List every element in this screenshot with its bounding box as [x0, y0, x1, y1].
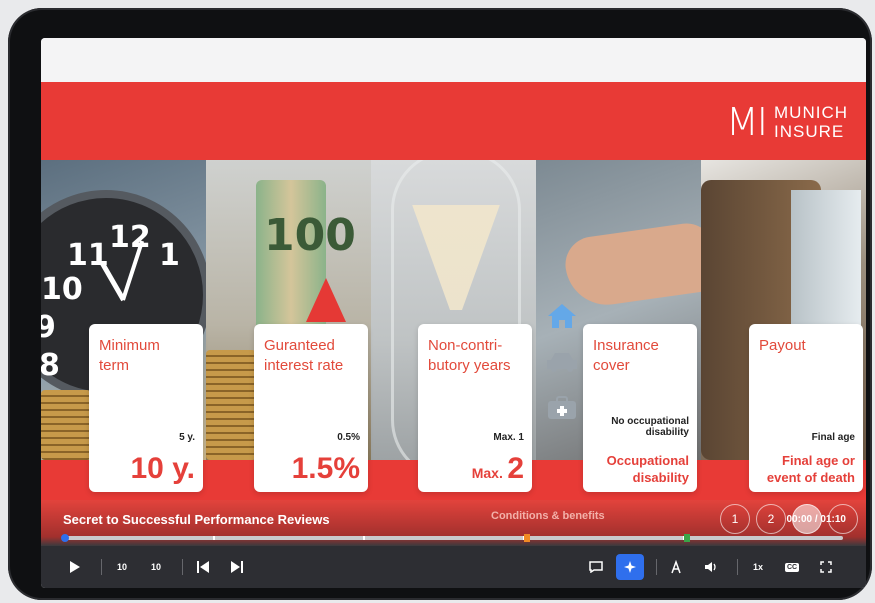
card-big-number: 2: [507, 452, 524, 485]
speed-button[interactable]: 1x: [744, 554, 772, 580]
card-title: Insurance cover: [593, 337, 659, 374]
divider: [737, 559, 738, 575]
red-triangle-icon: [306, 278, 346, 322]
card-title: Minimum term: [99, 337, 160, 374]
banknote-text: 100: [264, 210, 356, 261]
card-small-value: No occupational disability: [611, 416, 689, 438]
section-title: Conditions & benefits: [491, 510, 605, 522]
coin-stack: [206, 350, 256, 460]
progress-bar[interactable]: [61, 534, 843, 542]
logo-line1: MUNICH: [774, 103, 848, 122]
clock-number: 8: [41, 348, 60, 383]
card-small-value: 0.5%: [337, 432, 360, 443]
progress-segment: [213, 536, 215, 540]
text-size-icon: [671, 560, 681, 574]
card-big-value: Occupational disability: [606, 453, 689, 485]
card-non-contributory-years: Non-contri-butory years Max. 1 Max. 2: [418, 324, 532, 492]
logo-line2: INSURE: [774, 122, 845, 141]
brand-logo: MI MUNICH INSURE: [726, 100, 848, 144]
volume-button[interactable]: [697, 554, 725, 580]
card-insurance-cover: Insurance cover No occupational disabili…: [583, 324, 697, 492]
divider: [656, 559, 657, 575]
car-icon: [544, 346, 580, 378]
progress-handle[interactable]: [61, 534, 69, 542]
brand-banner: MI MUNICH INSURE: [41, 82, 866, 160]
rewind-10-icon: 10: [116, 562, 127, 572]
fullscreen-button[interactable]: [812, 554, 840, 580]
card-small-value: Final age: [811, 432, 855, 443]
play-icon: [70, 561, 80, 573]
hand-shape: [561, 219, 701, 311]
chat-icon: [589, 561, 603, 573]
chapter-marker[interactable]: [524, 534, 530, 542]
card-title: Payout: [759, 337, 806, 354]
captions-button[interactable]: CC: [778, 554, 806, 580]
clock-number: 10: [41, 272, 83, 307]
slide-stage: 12 11 10 9 8 1 100 Minimum term 5 y. 10 …: [41, 160, 866, 500]
card-title: Non-contri-butory years: [428, 337, 511, 374]
player-screen: MI MUNICH INSURE 12 11 10 9 8 1 100 Mini…: [41, 38, 866, 588]
slide-nav-1[interactable]: 1: [720, 504, 750, 534]
sparkle-icon: [624, 561, 636, 573]
skip-back-icon: [197, 561, 209, 573]
player-controls: 10 10 1x CC: [41, 546, 866, 588]
top-bar: [41, 38, 866, 82]
clock-number: 12: [109, 220, 151, 255]
card-payout: Payout Final age Final age or event of d…: [749, 324, 863, 492]
lesson-title: Secret to Successful Performance Reviews: [63, 512, 330, 527]
text-size-button[interactable]: [663, 554, 691, 580]
forward-10-button[interactable]: 10: [142, 554, 170, 580]
slide-nav-2[interactable]: 2: [756, 504, 786, 534]
card-small-value: 5 y.: [179, 432, 195, 443]
fullscreen-icon: [820, 561, 832, 573]
time-readout: 00:00 / 01:10: [786, 514, 847, 525]
card-big-prefix: Max.: [471, 465, 503, 481]
card-interest-rate: Guranteed interest rate 0.5% 1.5%: [254, 324, 368, 492]
progress-segment: [363, 536, 365, 540]
home-icon: [544, 300, 580, 332]
chapter-marker[interactable]: [684, 534, 690, 542]
coin-stack: [41, 390, 91, 460]
coverage-icons: [544, 300, 580, 424]
clock-hour-hand: [100, 262, 126, 302]
logo-mark: MI: [726, 100, 768, 144]
card-big-value: Final age or event of death: [766, 453, 855, 485]
chat-button[interactable]: [582, 554, 610, 580]
medical-case-icon: [544, 392, 580, 424]
skip-back-button[interactable]: [189, 554, 217, 580]
card-minimum-term: Minimum term 5 y. 10 y.: [89, 324, 203, 492]
forward-10-icon: 10: [150, 562, 161, 572]
ai-assist-button[interactable]: [616, 554, 644, 580]
clock-number: 9: [41, 310, 56, 345]
card-big-value: 10 y.: [130, 452, 196, 485]
speed-icon: 1x: [752, 562, 763, 572]
captions-icon: CC: [784, 562, 800, 572]
skip-forward-icon: [231, 561, 243, 573]
divider: [101, 559, 102, 575]
card-title: Guranteed interest rate: [264, 337, 344, 374]
divider: [182, 559, 183, 575]
skip-forward-button[interactable]: [223, 554, 251, 580]
card-small-value: Max. 1: [493, 432, 524, 443]
clock-number: 1: [159, 238, 180, 273]
rewind-10-button[interactable]: 10: [108, 554, 136, 580]
volume-icon: [705, 562, 716, 572]
card-big-value: 1.5%: [291, 452, 360, 485]
tablet-frame: MI MUNICH INSURE 12 11 10 9 8 1 100 Mini…: [8, 8, 872, 600]
play-button[interactable]: [61, 554, 89, 580]
card-big-value: Max. 2: [472, 452, 524, 486]
